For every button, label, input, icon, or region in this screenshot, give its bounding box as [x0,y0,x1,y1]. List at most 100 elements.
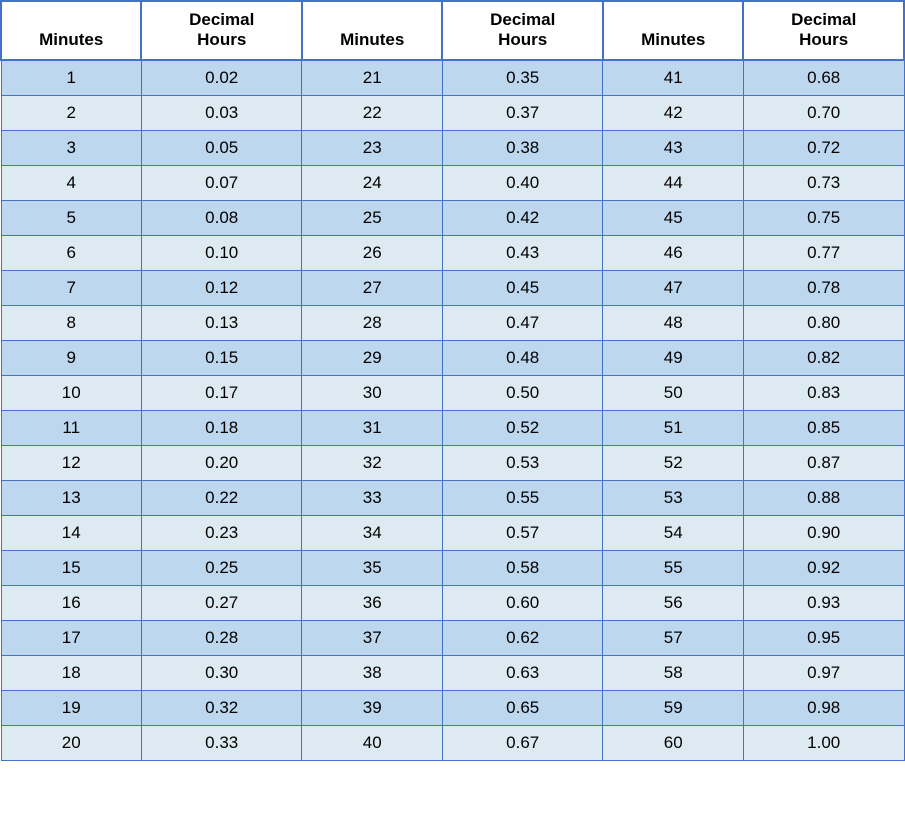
cell-minutes-2: 24 [302,165,442,200]
cell-decimal-1: 0.15 [141,340,302,375]
cell-minutes-1: 9 [1,340,141,375]
cell-decimal-3: 0.93 [743,585,904,620]
cell-decimal-1: 0.25 [141,550,302,585]
cell-decimal-3: 0.75 [743,200,904,235]
cell-decimal-3: 0.68 [743,60,904,96]
cell-minutes-1: 18 [1,655,141,690]
cell-decimal-2: 0.63 [442,655,603,690]
cell-minutes-3: 49 [603,340,743,375]
cell-minutes-1: 15 [1,550,141,585]
cell-decimal-3: 0.90 [743,515,904,550]
cell-minutes-2: 38 [302,655,442,690]
cell-decimal-2: 0.45 [442,270,603,305]
cell-minutes-2: 28 [302,305,442,340]
cell-minutes-2: 40 [302,725,442,760]
cell-decimal-3: 0.72 [743,130,904,165]
table-row: 90.15290.48490.82 [1,340,904,375]
cell-decimal-3: 0.87 [743,445,904,480]
cell-decimal-3: 0.95 [743,620,904,655]
table-row: 130.22330.55530.88 [1,480,904,515]
cell-decimal-2: 0.67 [442,725,603,760]
table-row: 120.20320.53520.87 [1,445,904,480]
cell-minutes-2: 33 [302,480,442,515]
table-row: 50.08250.42450.75 [1,200,904,235]
header-decimal-3: DecimalHours [743,1,904,60]
cell-decimal-3: 0.80 [743,305,904,340]
cell-decimal-2: 0.48 [442,340,603,375]
cell-minutes-3: 52 [603,445,743,480]
cell-minutes-1: 13 [1,480,141,515]
cell-decimal-2: 0.47 [442,305,603,340]
cell-minutes-1: 8 [1,305,141,340]
cell-decimal-1: 0.17 [141,375,302,410]
cell-minutes-3: 55 [603,550,743,585]
cell-minutes-3: 46 [603,235,743,270]
cell-decimal-2: 0.35 [442,60,603,96]
cell-minutes-2: 32 [302,445,442,480]
cell-decimal-1: 0.30 [141,655,302,690]
cell-minutes-2: 39 [302,690,442,725]
table-row: 170.28370.62570.95 [1,620,904,655]
cell-minutes-3: 59 [603,690,743,725]
cell-minutes-2: 34 [302,515,442,550]
cell-minutes-1: 6 [1,235,141,270]
cell-decimal-1: 0.23 [141,515,302,550]
cell-minutes-1: 10 [1,375,141,410]
cell-decimal-3: 0.77 [743,235,904,270]
cell-minutes-3: 48 [603,305,743,340]
cell-minutes-2: 35 [302,550,442,585]
cell-decimal-1: 0.27 [141,585,302,620]
cell-minutes-2: 29 [302,340,442,375]
cell-decimal-2: 0.37 [442,95,603,130]
cell-decimal-2: 0.60 [442,585,603,620]
cell-minutes-1: 17 [1,620,141,655]
cell-minutes-3: 60 [603,725,743,760]
cell-decimal-1: 0.10 [141,235,302,270]
table-row: 80.13280.47480.80 [1,305,904,340]
cell-decimal-1: 0.18 [141,410,302,445]
table-row: 160.27360.60560.93 [1,585,904,620]
cell-decimal-1: 0.22 [141,480,302,515]
cell-decimal-1: 0.28 [141,620,302,655]
cell-decimal-2: 0.65 [442,690,603,725]
cell-minutes-3: 57 [603,620,743,655]
table-row: 10.02210.35410.68 [1,60,904,96]
header-row: Minutes DecimalHours Minutes DecimalHour… [1,1,904,60]
table-row: 140.23340.57540.90 [1,515,904,550]
cell-minutes-3: 42 [603,95,743,130]
table-row: 30.05230.38430.72 [1,130,904,165]
cell-minutes-2: 25 [302,200,442,235]
table-body: 10.02210.35410.6820.03220.37420.7030.052… [1,60,904,761]
cell-decimal-3: 0.78 [743,270,904,305]
cell-minutes-1: 11 [1,410,141,445]
cell-minutes-1: 3 [1,130,141,165]
cell-decimal-2: 0.50 [442,375,603,410]
cell-decimal-3: 1.00 [743,725,904,760]
cell-decimal-1: 0.20 [141,445,302,480]
cell-minutes-2: 37 [302,620,442,655]
header-minutes-1: Minutes [1,1,141,60]
cell-minutes-2: 26 [302,235,442,270]
header-decimal-2: DecimalHours [442,1,603,60]
cell-minutes-3: 50 [603,375,743,410]
cell-decimal-2: 0.55 [442,480,603,515]
header-decimal-1: DecimalHours [141,1,302,60]
cell-decimal-3: 0.98 [743,690,904,725]
cell-decimal-1: 0.07 [141,165,302,200]
cell-decimal-1: 0.05 [141,130,302,165]
cell-minutes-2: 30 [302,375,442,410]
cell-minutes-2: 23 [302,130,442,165]
cell-minutes-3: 54 [603,515,743,550]
table-row: 180.30380.63580.97 [1,655,904,690]
cell-minutes-1: 1 [1,60,141,96]
cell-minutes-3: 43 [603,130,743,165]
cell-minutes-3: 51 [603,410,743,445]
cell-decimal-2: 0.62 [442,620,603,655]
cell-minutes-1: 4 [1,165,141,200]
cell-decimal-1: 0.13 [141,305,302,340]
table-row: 200.33400.67601.00 [1,725,904,760]
cell-decimal-1: 0.02 [141,60,302,96]
cell-minutes-1: 7 [1,270,141,305]
cell-minutes-1: 16 [1,585,141,620]
cell-decimal-1: 0.33 [141,725,302,760]
